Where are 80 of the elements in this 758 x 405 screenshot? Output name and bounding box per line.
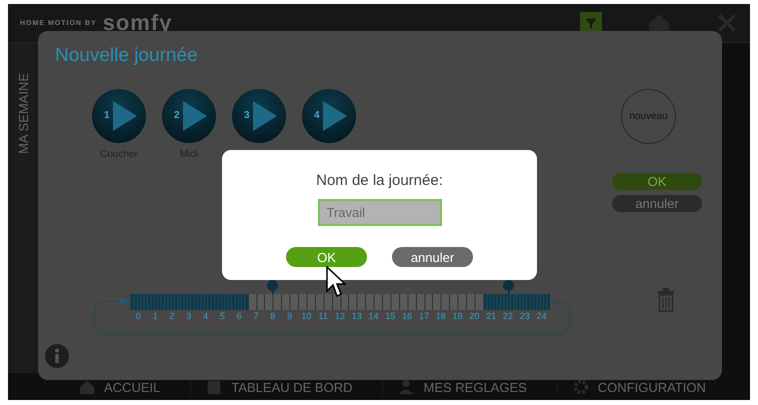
nav-label: CONFIGURATION [598,380,706,394]
pin-marker[interactable] [502,280,514,294]
hour-segment[interactable] [466,294,483,310]
hour-segment[interactable] [248,294,264,310]
name-field[interactable]: Travail [318,199,442,226]
cancel-button[interactable]: annuler [612,195,702,212]
hour-label: 4 [203,311,208,321]
nav-label: ACCUEIL [104,380,160,394]
hour-label: 20 [469,311,480,321]
hour-segment[interactable] [432,294,450,310]
hour-segment[interactable] [281,294,298,310]
hour-segment[interactable] [382,294,399,310]
dialog-label: Nom de la journée: [316,172,443,189]
hour-label: 6 [236,311,242,321]
home-icon [78,378,96,396]
person-icon [397,378,416,396]
hour-label: 10 [301,311,312,321]
dashboard-icon [205,378,224,396]
hour-segment[interactable] [197,294,214,310]
hour-segment[interactable] [314,294,332,310]
ok-button[interactable]: OK [286,247,367,267]
hour-label: 0 [136,311,141,321]
logo: somfy [102,10,172,36]
hour-segment[interactable] [449,294,466,310]
close-icon[interactable] [716,12,738,34]
hour-label: 17 [418,311,429,321]
hour-segment[interactable] [482,294,500,310]
hour-label: 18 [436,311,446,321]
play-preset-button[interactable]: 2 [162,89,216,143]
nav-label: MES REGLAGES [423,380,527,394]
hour-segment[interactable] [365,294,382,310]
hour-label: 9 [287,311,292,321]
ok-button[interactable]: OK [612,173,702,190]
hour-segment[interactable] [298,294,315,310]
hour-label: 16 [402,311,412,321]
hour-label: 22 [502,311,513,321]
hour-label: 23 [520,311,530,321]
hour-label: 15 [385,311,396,321]
play-preset-button[interactable]: 3 [232,89,286,143]
hour-segment[interactable] [264,294,282,310]
play-icon [113,101,137,131]
hour-label: 24 [536,311,547,321]
hour-segment[interactable] [500,294,516,310]
hour-segment[interactable] [416,294,432,310]
hour-label: 7 [253,311,258,321]
hour-label: 19 [452,311,463,321]
hour-segment[interactable] [516,294,534,310]
hour-segment[interactable] [214,294,231,310]
play-icon [183,101,207,131]
hour-label: 8 [270,311,276,321]
trash-icon[interactable] [658,288,674,312]
info-icon[interactable] [45,344,69,368]
hour-segment[interactable] [533,294,550,310]
hour-label: 21 [486,311,496,321]
hour-label: 1 [152,311,158,321]
hour-label: 14 [368,311,379,321]
nav-item[interactable]: CONFIGURATION [572,378,736,396]
play-preset-button[interactable]: 1 [92,89,146,143]
nav-label: TABLEAU DE BORD [231,380,352,394]
hour-label: 11 [318,311,328,321]
hour-segment[interactable] [130,294,147,310]
hour-label: 5 [220,311,225,321]
hour-label: 13 [352,311,362,321]
play-preset-button[interactable]: 4 [302,89,356,143]
hour-label: 3 [186,311,192,321]
hour-segment[interactable] [164,294,180,310]
sidebar-title: MA SEMAINE [16,73,30,154]
play-icon [253,101,277,131]
hour-segment[interactable] [398,294,416,310]
hour-segment[interactable] [180,294,198,310]
settings-icon [572,378,590,396]
hour-label: 12 [334,311,345,321]
panel-title: Nouvelle journée [55,45,199,67]
play-icon [323,101,347,131]
hour-segment[interactable] [146,294,164,310]
hour-segment[interactable] [348,294,366,310]
hour-segment[interactable] [230,294,248,310]
cancel-button[interactable]: annuler [392,247,473,267]
hour-label: 2 [169,311,174,321]
pin-marker[interactable] [267,280,278,294]
